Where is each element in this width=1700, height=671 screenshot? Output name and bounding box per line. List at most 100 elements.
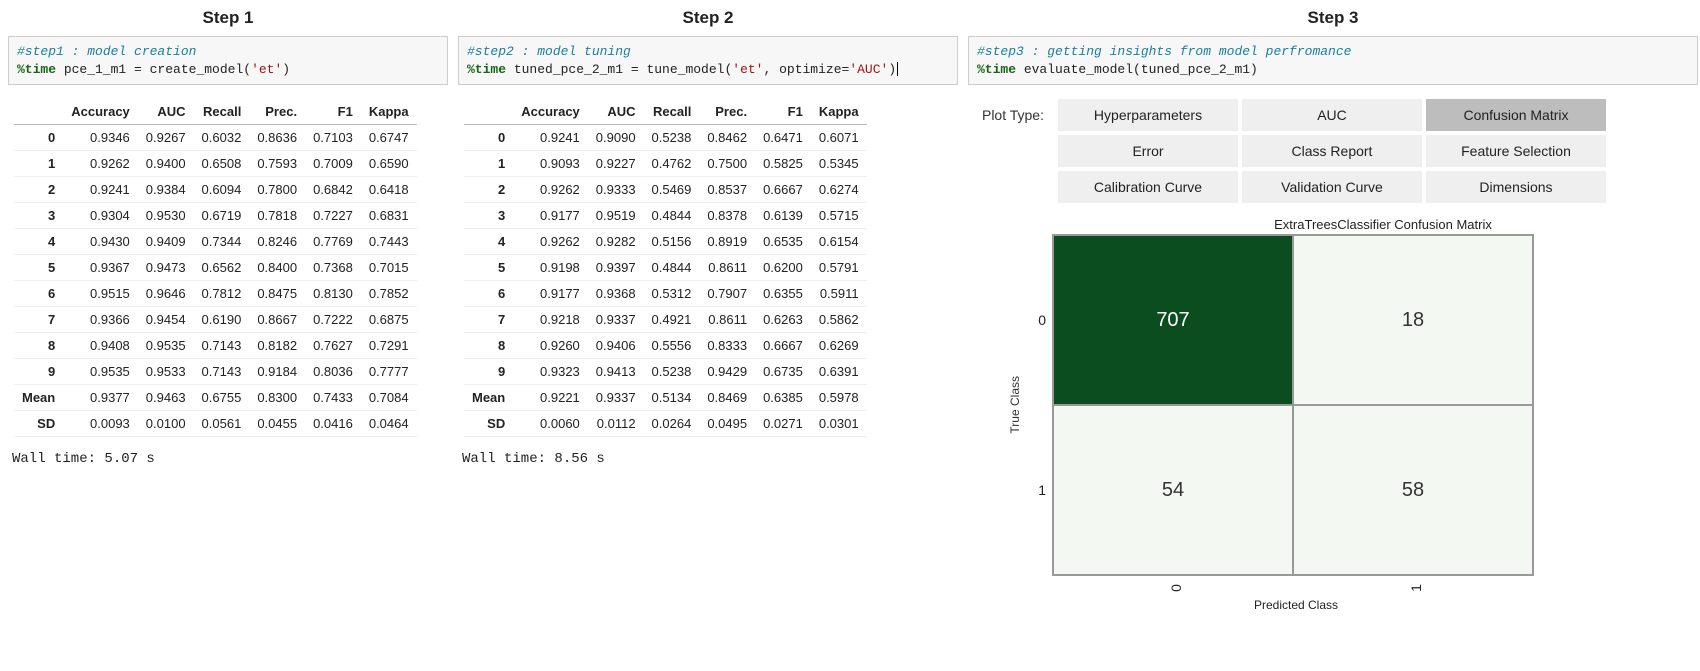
table-cell: 0.6535 — [755, 229, 811, 255]
table-cell: 0.9304 — [63, 203, 138, 229]
table-row: 90.95350.95330.71430.91840.80360.7777 — [14, 359, 417, 385]
step2-code-cell[interactable]: #step2 : model tuning %time tuned_pce_2_… — [458, 36, 958, 85]
step1-code-magic: %time — [17, 62, 56, 77]
table-cell: 0.9429 — [699, 359, 755, 385]
plot-type-button-calibration-curve[interactable]: Calibration Curve — [1058, 171, 1238, 203]
table-cell: 1 — [14, 151, 63, 177]
table-cell: 0.6385 — [755, 385, 811, 411]
table-cell: 4 — [464, 229, 513, 255]
table-cell: 0.6842 — [305, 177, 361, 203]
table-cell: 0.5825 — [755, 151, 811, 177]
table-cell: 0.9368 — [588, 281, 644, 307]
table-cell: 0.9227 — [588, 151, 644, 177]
cm-cell-1-1: 58 — [1293, 405, 1533, 575]
cm-cell-0-0: 707 — [1053, 235, 1293, 405]
table-cell: 0.6154 — [811, 229, 867, 255]
table-row: 10.90930.92270.47620.75000.58250.5345 — [464, 151, 867, 177]
table-cell: 0.7777 — [361, 359, 417, 385]
plot-type-row: Plot Type: HyperparametersAUCConfusion M… — [968, 99, 1698, 203]
cm-cell-1-0: 54 — [1053, 405, 1293, 575]
step2-code-comment: #step2 : model tuning — [467, 44, 631, 59]
table-cell: 8 — [14, 333, 63, 359]
table-row: SD0.00930.01000.05610.04550.04160.0464 — [14, 411, 417, 437]
table-header: Prec. — [249, 99, 305, 125]
table-row: 00.93460.92670.60320.86360.71030.6747 — [14, 125, 417, 151]
table-cell: 0.9267 — [138, 125, 194, 151]
table-row: 80.94080.95350.71430.81820.76270.7291 — [14, 333, 417, 359]
plot-type-button-class-report[interactable]: Class Report — [1242, 135, 1422, 167]
table-header — [464, 99, 513, 125]
table-cell: 0.6667 — [755, 333, 811, 359]
table-cell: 0.8611 — [699, 255, 755, 281]
step1-code-cell[interactable]: #step1 : model creation %time pce_1_m1 =… — [8, 36, 448, 85]
table-cell: 0.9337 — [588, 307, 644, 333]
table-cell: 1 — [464, 151, 513, 177]
table-cell: 0.9406 — [588, 333, 644, 359]
table-cell: 0.6391 — [811, 359, 867, 385]
table-cell: 0.9346 — [63, 125, 138, 151]
step2-code-str2: 'AUC' — [849, 62, 888, 77]
plot-type-button-hyperparameters[interactable]: Hyperparameters — [1058, 99, 1238, 131]
table-cell: 0.7812 — [194, 281, 250, 307]
table-cell: 0.9366 — [63, 307, 138, 333]
table-cell: 0.0301 — [811, 411, 867, 437]
step2-title: Step 2 — [458, 8, 958, 28]
table-cell: 0.7443 — [361, 229, 417, 255]
table-cell: 0.7291 — [361, 333, 417, 359]
step3-code-a: evaluate_model(tuned_pce_2_m1) — [1016, 62, 1258, 77]
plot-type-button-error[interactable]: Error — [1058, 135, 1238, 167]
table-cell: 0 — [464, 125, 513, 151]
step3-code-cell[interactable]: #step3 : getting insights from model per… — [968, 36, 1698, 85]
table-cell: 0.6269 — [811, 333, 867, 359]
confusion-matrix-plot: ExtraTreesClassifier Confusion Matrix Tr… — [1008, 217, 1698, 612]
table-cell: 0.4921 — [644, 307, 700, 333]
cm-yticks: 0 1 — [1028, 235, 1046, 575]
table-cell: 0.9241 — [63, 177, 138, 203]
table-cell: 0.9367 — [63, 255, 138, 281]
table-row: Mean0.93770.94630.67550.83000.74330.7084 — [14, 385, 417, 411]
table-cell: 0.9241 — [513, 125, 588, 151]
cm-ylabel: True Class — [1008, 376, 1022, 434]
table-cell: 0.5791 — [811, 255, 867, 281]
plot-type-button-grid: HyperparametersAUCConfusion MatrixErrorC… — [1058, 99, 1606, 203]
table-cell: 0.9262 — [63, 151, 138, 177]
table-cell: 0.6875 — [361, 307, 417, 333]
step3-code-comment: #step3 : getting insights from model per… — [977, 44, 1351, 59]
step1-code-a: pce_1_m1 = create_model( — [56, 62, 251, 77]
text-cursor-icon — [897, 62, 898, 76]
plot-type-button-confusion-matrix[interactable]: Confusion Matrix — [1426, 99, 1606, 131]
table-cell: 0.6562 — [194, 255, 250, 281]
step1-title: Step 1 — [8, 8, 448, 28]
table-cell: 0.5469 — [644, 177, 700, 203]
table-cell: 0.8636 — [249, 125, 305, 151]
table-cell: 0 — [14, 125, 63, 151]
table-cell: 0.9337 — [588, 385, 644, 411]
table-cell: 0.0093 — [63, 411, 138, 437]
table-header: Recall — [644, 99, 700, 125]
table-cell: 0.0416 — [305, 411, 361, 437]
table-cell: 0.7769 — [305, 229, 361, 255]
table-cell: 0.8182 — [249, 333, 305, 359]
table-cell: 0.8919 — [699, 229, 755, 255]
plot-type-button-validation-curve[interactable]: Validation Curve — [1242, 171, 1422, 203]
plot-type-button-feature-selection[interactable]: Feature Selection — [1426, 135, 1606, 167]
table-cell: 0.8300 — [249, 385, 305, 411]
table-cell: 4 — [14, 229, 63, 255]
table-cell: 0.9198 — [513, 255, 588, 281]
table-cell: 7 — [14, 307, 63, 333]
table-cell: 0.9184 — [249, 359, 305, 385]
cm-title: ExtraTreesClassifier Confusion Matrix — [1068, 217, 1698, 232]
table-header: F1 — [755, 99, 811, 125]
table-header: Accuracy — [513, 99, 588, 125]
table-cell: 0.7368 — [305, 255, 361, 281]
table-cell: 6 — [14, 281, 63, 307]
plot-type-button-dimensions[interactable]: Dimensions — [1426, 171, 1606, 203]
cm-xtick-0: 0 — [1168, 584, 1184, 592]
step1-code-comment: #step1 : model creation — [17, 44, 196, 59]
step2-code-str1: 'et' — [732, 62, 763, 77]
table-row: Mean0.92210.93370.51340.84690.63850.5978 — [464, 385, 867, 411]
step2-code-c: ) — [888, 62, 896, 77]
table-cell: 5 — [464, 255, 513, 281]
table-cell: 0.5715 — [811, 203, 867, 229]
plot-type-button-auc[interactable]: AUC — [1242, 99, 1422, 131]
